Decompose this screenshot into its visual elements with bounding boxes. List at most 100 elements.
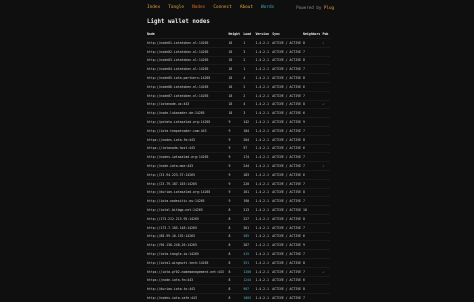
table-row: http://node.iota.moe:443 9 244 1.4.2.1 ACTIV…	[146, 161, 330, 171]
neighbors-cell: 6	[302, 143, 322, 153]
height-cell: 8	[227, 249, 243, 259]
public-check-icon: ✓	[321, 38, 330, 48]
height-cell: 9	[227, 187, 243, 197]
sync-cell: ACTIVE / ACTIVE	[271, 152, 303, 162]
node-url-link[interactable]: http://iotal.bitbgp.net:14265	[146, 205, 228, 215]
nav-index[interactable]: Index	[147, 4, 160, 12]
node-url-link[interactable]: http://node.iota.moe:443	[146, 161, 228, 171]
load-cell: 174	[242, 152, 255, 162]
load-cell: 183	[242, 169, 255, 180]
height-cell: 18	[227, 73, 243, 83]
node-url-link[interactable]: http://iota.nodesitic.eu:14265	[146, 196, 228, 206]
sync-cell: ACTIVE / ACTIVE	[271, 125, 303, 136]
nav-tangle[interactable]: Tangle	[168, 4, 184, 12]
nav-words[interactable]: Words	[261, 4, 274, 12]
neighbors-cell: 7	[302, 90, 322, 101]
node-url-link[interactable]: http://node06.iotatoken.nl:14265	[146, 81, 228, 92]
sync-cell: ACTIVE / ACTIVE	[271, 38, 303, 48]
load-cell: 204	[242, 134, 255, 145]
height-cell: 8	[227, 293, 243, 302]
neighbors-cell: 7	[302, 46, 322, 57]
sync-cell: ACTIVE / ACTIVE	[271, 231, 303, 241]
public-check-icon	[321, 169, 330, 180]
table-row: http://durian.iota.to:443 8 907 1.4.2.1 ACTI…	[146, 284, 330, 294]
neighbors-cell: 10	[302, 205, 322, 215]
node-url-link[interactable]: http://node05.iota.partners:14265	[146, 73, 228, 83]
node-url-link[interactable]: http://node.lukaseder.de:14265	[146, 108, 228, 118]
node-url-link[interactable]: https://iota-pf02.nodemanagement.net:443	[146, 266, 228, 277]
table-row: http://node07.iotatoken.nl:14265 18 2 1.4.2…	[146, 90, 330, 101]
node-url-link[interactable]: https://nodes.iota.fm:443	[146, 134, 228, 145]
height-cell: 18	[227, 46, 243, 57]
table-row: https://iotanode.host:443 9 97 1.4.2.1 ACTIV…	[146, 143, 330, 153]
node-url-link[interactable]: http://iota.tangle.io:14265	[146, 249, 228, 259]
load-cell: 287	[242, 240, 255, 250]
node-url-link[interactable]: http://88.99.16.192:14265	[146, 231, 228, 241]
version-cell: 1.4.2.1	[254, 240, 272, 250]
sync-cell: ACTIVE / ACTIVE	[271, 99, 303, 109]
load-cell: 1	[242, 64, 255, 74]
public-check-icon	[321, 187, 330, 197]
public-check-icon	[321, 117, 330, 127]
powered-brand-link[interactable]: Plug	[324, 5, 334, 10]
table-row: http://173.7.105.148:14265 8 261 1.4.2.1 ACT…	[146, 222, 330, 233]
load-cell: 4	[242, 99, 255, 109]
node-url-link[interactable]: https://iotanode.host:443	[146, 143, 228, 153]
node-url-link[interactable]: http://node03.iotatoken.nl:14265	[146, 55, 228, 65]
neighbors-cell: 8	[302, 213, 322, 224]
height-cell: 9	[227, 152, 243, 162]
nav-nodes[interactable]: Nodes	[192, 4, 205, 12]
node-url-link[interactable]: http://node07.iotatoken.nl:14265	[146, 90, 228, 101]
node-url-link[interactable]: http://potato.iotasalad.org:14265	[146, 117, 228, 127]
node-url-link[interactable]: http://node02.iotatoken.nl:14265	[146, 46, 228, 57]
node-url-link[interactable]: http://90.130.248.26:14265	[146, 240, 228, 250]
nodes-table: Node Height Load Version Sync Neighbors …	[146, 32, 330, 302]
height-cell: 18	[227, 55, 243, 65]
nav-connect[interactable]: Connect	[213, 4, 232, 12]
load-cell: 3	[242, 46, 255, 57]
table-row: http://90.130.248.26:14265 8 287 1.4.2.1 ACT…	[146, 240, 330, 250]
node-url-link[interactable]: http://23.94.223.37:14265	[146, 169, 228, 180]
neighbors-cell: 8	[302, 284, 322, 294]
public-check-icon	[321, 73, 330, 83]
height-cell: 9	[227, 143, 243, 153]
node-url-link[interactable]: http://iota.teapotcoder.com:443	[146, 125, 228, 136]
table-row: https://iota-pf02.nodemanagement.net:443…	[146, 266, 330, 277]
node-url-link[interactable]: http://iotanode.us:443	[146, 99, 228, 109]
load-cell: 2	[242, 81, 255, 92]
public-check-icon: ✓	[321, 266, 330, 277]
table-row: http://iota.nodesitic.eu:14265 9 190 1.4.2.…	[146, 196, 330, 206]
public-check-icon	[321, 222, 330, 233]
node-url-link[interactable]: http://node01.iotatoken.nl:14265	[146, 38, 228, 48]
node-url-link[interactable]: http://nodes.iota.cafe:443	[146, 293, 228, 302]
height-cell: 9	[227, 178, 243, 189]
node-url-link[interactable]: http://173.7.105.148:14265	[146, 222, 228, 233]
height-cell: 8	[227, 222, 243, 233]
version-cell: 1.4.2.1	[254, 161, 272, 171]
load-cell: 1003	[242, 293, 255, 302]
sync-cell: ACTIVE / ACTIVE	[271, 222, 303, 233]
sync-cell: ACTIVE / ACTIVE	[271, 108, 303, 118]
load-cell: 190	[242, 196, 255, 206]
version-cell: 1.4.2.1	[254, 205, 272, 215]
neighbors-cell: 6	[302, 275, 322, 285]
node-url-link[interactable]: http://durian.iotasalad.org:14265	[146, 187, 228, 197]
version-cell: 1.4.2.1	[254, 73, 272, 83]
neighbors-cell: 8	[302, 73, 322, 83]
neighbors-cell: 7	[302, 64, 322, 74]
node-url-link[interactable]: http://23.79.187.103:14265	[146, 178, 228, 189]
node-url-link[interactable]: http://node04.iotatoken.nl:14265	[146, 64, 228, 74]
node-url-link[interactable]: http://durian.iota.to:443	[146, 284, 228, 294]
table-row: https://nodes.iota.fm:443 9 204 1.4.2.1 ACTI…	[146, 134, 330, 145]
height-cell: 8	[227, 275, 243, 285]
node-url-link[interactable]: http://173.212.213.95:14265	[146, 213, 228, 224]
public-check-icon	[321, 55, 330, 65]
node-url-link[interactable]: http://nodes.iotasalad.org:14265	[146, 152, 228, 162]
height-cell: 8	[227, 266, 243, 277]
sync-cell: ACTIVE / ACTIVE	[271, 205, 303, 215]
nav-about[interactable]: About	[240, 4, 253, 12]
node-url-link[interactable]: https://node.iota.fm:443	[146, 275, 228, 285]
neighbors-cell: 8	[302, 187, 322, 197]
height-cell: 18	[227, 99, 243, 109]
version-cell: 1.4.2.1	[254, 196, 272, 206]
